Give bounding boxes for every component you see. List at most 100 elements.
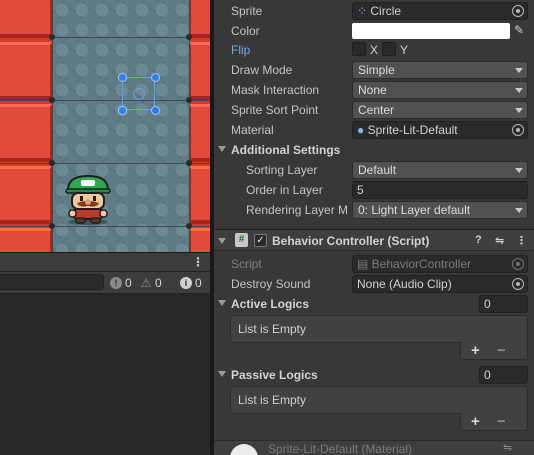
rendering-layer-dropdown[interactable]: 0: Light Layer default [352,201,528,219]
more-options-icon[interactable]: ⋮ [192,255,204,269]
active-logics-foldout[interactable]: Active Logics 0 [214,294,534,314]
object-picker-icon[interactable] [512,278,524,290]
additional-settings-label: Additional Settings [231,143,341,157]
mask-interaction-dropdown[interactable]: None [352,81,528,99]
error-count-toggle[interactable]: ! 0 [110,275,132,291]
remove-element-button[interactable]: − [497,342,506,359]
sorting-layer-value: Default [358,163,397,177]
rendering-layer-value: 0: Light Layer default [358,203,471,217]
brick [189,166,210,224]
flip-x-checkbox[interactable] [352,42,366,56]
brick [189,42,210,100]
chevron-down-icon [515,108,523,113]
order-in-layer-input[interactable]: 5 [352,181,528,199]
warning-count: 0 [155,276,162,290]
foldout-arrow-icon[interactable] [218,146,226,152]
preset-settings-icon[interactable]: ⇋ [495,234,504,247]
brick [189,228,210,252]
grid-vertex [49,160,55,166]
destroy-sound-row: Destroy Sound None (Audio Clip) [214,274,534,294]
sorting-layer-label: Sorting Layer [246,163,318,177]
sort-point-value: Center [358,103,395,117]
add-element-button[interactable]: + [471,342,480,359]
inspector-panel: Sprite ⁘ Circle Color ✎ Flip X Y Draw Mo… [214,0,534,455]
material-footer-name: Sprite-Lit-Default (Material) [268,442,413,455]
chevron-down-icon [515,208,523,213]
behavior-controller-header[interactable]: # ✓ Behavior Controller (Script) ? ⇋ ⋮ [214,229,534,251]
sort-point-row: Sprite Sort Point Center [214,100,534,120]
object-picker-icon[interactable] [512,124,524,136]
info-count-toggle[interactable]: i 0 [180,275,202,291]
active-logics-footer: + − [460,342,528,360]
pivot-icon[interactable] [133,88,145,100]
grid-line [0,100,210,101]
resize-handle[interactable] [151,106,160,115]
brick [189,104,210,162]
brick [0,0,52,38]
color-row: Color ✎ [214,21,534,41]
warning-count-toggle[interactable]: ⚠ 0 [140,275,162,291]
remove-element-button[interactable]: − [497,413,506,430]
foldout-arrow-icon[interactable] [218,238,226,244]
passive-logics-foldout[interactable]: Passive Logics 0 [214,365,534,385]
brick [0,104,52,162]
grid-vertex [186,34,192,40]
sprite-field[interactable]: ⁘ Circle [352,2,528,20]
material-preview-header[interactable]: Sprite-Lit-Default (Material) ⇋ [214,440,534,455]
grid-vertex [49,97,55,103]
eyedropper-icon[interactable]: ✎ [514,23,528,39]
flip-y-label: Y [400,43,409,57]
object-picker-icon[interactable] [512,5,524,17]
sprite-value: Circle [370,4,402,18]
sorting-layer-row: Sorting Layer Default [214,160,534,180]
sprite-label: Sprite [231,4,263,18]
destroy-sound-label: Destroy Sound [231,277,311,291]
player-character-sprite[interactable] [63,172,113,226]
material-field[interactable]: ● Sprite-Lit-Default [352,121,528,139]
destroy-sound-field[interactable]: None (Audio Clip) [352,275,528,293]
passive-logics-empty-text: List is Empty [238,393,307,407]
draw-mode-dropdown[interactable]: Simple [352,61,528,79]
scene-view[interactable] [0,0,210,252]
more-options-icon[interactable]: ⋮ [516,234,527,247]
additional-settings-foldout[interactable]: Additional Settings [214,140,534,160]
script-row: Script ▤ BehaviorController [214,254,534,274]
flip-y-checkbox[interactable] [382,42,396,56]
foldout-arrow-icon[interactable] [218,300,226,306]
order-in-layer-row: Order in Layer 5 [214,180,534,200]
resize-handle[interactable] [151,73,160,82]
active-logics-size-input[interactable]: 0 [479,295,528,313]
sprite-asset-icon: ⁘ [357,4,371,18]
sort-point-label: Sprite Sort Point [231,103,319,117]
mask-interaction-label: Mask Interaction [231,83,320,97]
color-swatch[interactable] [352,23,510,39]
info-icon: i [180,277,192,289]
warning-icon: ⚠ [140,276,152,290]
flip-x-label: X [370,43,379,57]
sorting-layer-dropdown[interactable]: Default [352,161,528,179]
active-logics-list: List is Empty [230,315,528,343]
object-picker-icon [512,258,524,270]
color-label: Color [231,24,260,38]
brick [0,228,52,252]
grid-vertex [49,34,55,40]
foldout-arrow-icon[interactable] [218,371,226,377]
console-search-input[interactable] [0,274,104,290]
chevron-down-icon [515,168,523,173]
passive-logics-list: List is Empty [230,386,528,414]
active-logics-empty-text: List is Empty [238,322,307,336]
help-icon[interactable]: ? [475,234,482,246]
passive-logics-size-input[interactable]: 0 [479,366,528,384]
material-thumbnail [230,444,258,455]
sort-point-dropdown[interactable]: Center [352,101,528,119]
flip-label: Flip [231,43,251,57]
resize-handle[interactable] [118,106,127,115]
resize-handle[interactable] [118,73,127,82]
grid-line [0,163,210,164]
mask-interaction-value: None [358,83,387,97]
add-element-button[interactable]: + [471,413,480,430]
brick [0,42,52,100]
preset-settings-icon[interactable]: ⇋ [503,441,512,454]
grid-vertex [186,97,192,103]
component-enabled-checkbox[interactable]: ✓ [254,234,267,247]
